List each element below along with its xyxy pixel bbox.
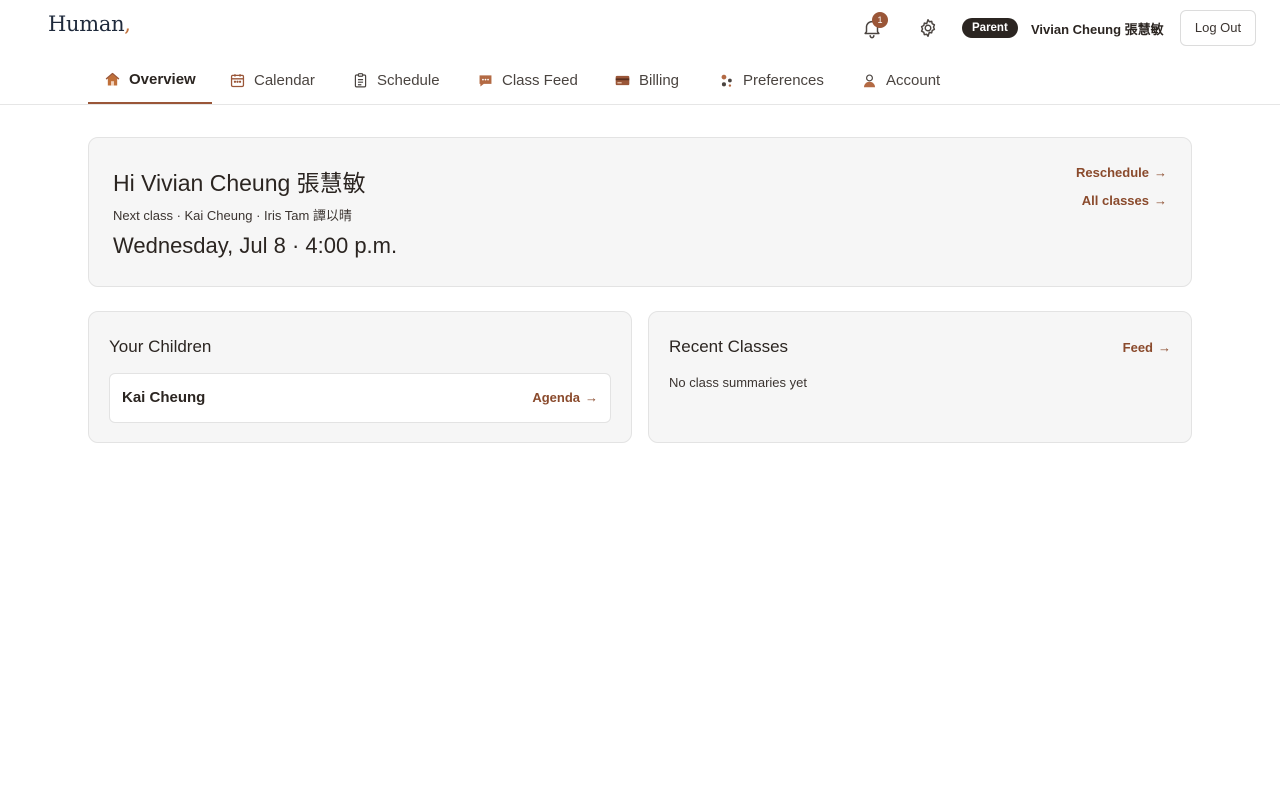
tab-label: Schedule xyxy=(377,71,440,89)
preferences-icon xyxy=(721,74,732,87)
children-title: Your Children xyxy=(109,337,212,356)
arrow-right-icon: → xyxy=(1158,340,1171,355)
next-class-info: Next class · Kai Cheung · Iris Tam 譚以晴 xyxy=(113,208,352,223)
feed-link[interactable]: Feed → xyxy=(1123,340,1171,355)
tab-label: Account xyxy=(886,71,941,89)
gear-icon[interactable] xyxy=(917,17,939,39)
all-classes-label: All classes xyxy=(1081,193,1149,208)
tab-account[interactable]: Account xyxy=(845,56,956,104)
arrow-right-icon: → xyxy=(1154,165,1167,180)
agenda-label: Agenda xyxy=(532,390,580,405)
all-classes-link[interactable]: All classes → xyxy=(1082,193,1167,208)
credit-card-icon xyxy=(615,75,630,85)
reschedule-label: Reschedule xyxy=(1076,165,1149,180)
recent-classes-card: Recent Classes Feed → No class summaries… xyxy=(648,311,1192,443)
arrow-right-icon: → xyxy=(1154,193,1167,208)
calendar-icon xyxy=(230,73,245,87)
app-logo[interactable]: Human, xyxy=(48,12,131,36)
recent-classes-title: Recent Classes xyxy=(669,337,789,356)
top-header: Human, 1 Parent Vivian Cheung 張慧敏 Log Ou… xyxy=(0,0,1280,56)
tab-label: Overview xyxy=(129,70,196,88)
arrow-right-icon: → xyxy=(585,390,598,405)
tab-preferences[interactable]: Preferences xyxy=(702,56,840,104)
tab-label: Preferences xyxy=(743,71,824,89)
user-icon xyxy=(863,73,876,87)
chat-icon xyxy=(479,74,492,86)
child-row[interactable]: Kai Cheung Agenda → xyxy=(109,373,611,423)
children-card: Your Children Kai Cheung Agenda → xyxy=(88,311,632,443)
role-badge: Parent xyxy=(962,18,1018,38)
child-name: Kai Cheung xyxy=(122,389,206,406)
clipboard-icon xyxy=(354,72,367,87)
tab-calendar[interactable]: Calendar xyxy=(213,56,331,104)
next-class-datetime: Wednesday, Jul 8 · 4:00 p.m. xyxy=(113,233,398,258)
empty-state-text: No class summaries yet xyxy=(669,375,807,390)
tab-label: Billing xyxy=(639,71,680,89)
tab-schedule[interactable]: Schedule xyxy=(336,56,456,104)
next-class-card: Hi Vivian Cheung 張慧敏 Next class · Kai Ch… xyxy=(88,137,1192,287)
notification-count-badge: 1 xyxy=(872,12,888,28)
agenda-link[interactable]: Agenda → xyxy=(532,390,598,405)
reschedule-link[interactable]: Reschedule → xyxy=(1076,165,1167,180)
user-name: Vivian Cheung 張慧敏 xyxy=(1031,22,1164,37)
tab-label: Class Feed xyxy=(502,71,578,89)
main-tabs: Overview Calendar Schedule Class Feed Bi… xyxy=(0,56,1280,105)
greeting-heading: Hi Vivian Cheung 張慧敏 xyxy=(113,170,366,196)
tab-overview[interactable]: Overview xyxy=(88,56,212,104)
tab-class-feed[interactable]: Class Feed xyxy=(461,56,594,104)
logout-button[interactable]: Log Out xyxy=(1180,10,1256,46)
tab-label: Calendar xyxy=(254,71,315,89)
feed-label: Feed xyxy=(1122,340,1153,355)
home-icon xyxy=(105,72,120,85)
tab-billing[interactable]: Billing xyxy=(598,56,695,104)
